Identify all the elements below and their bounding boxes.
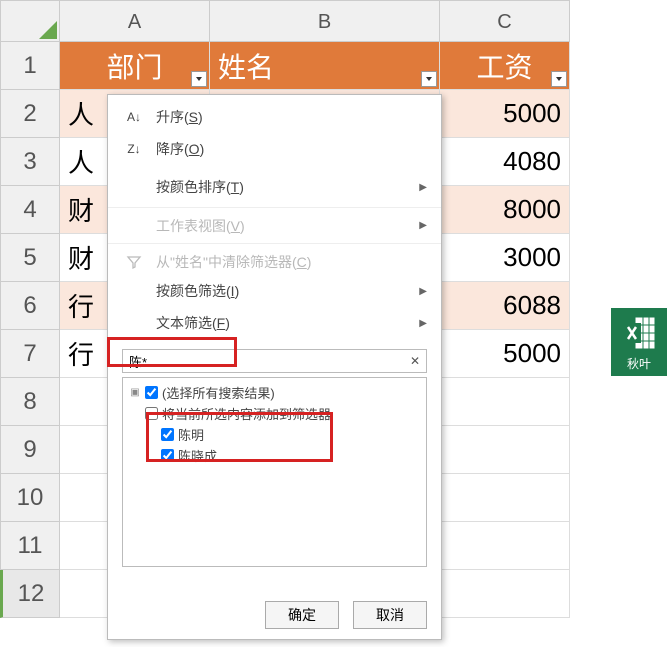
col-header-c[interactable]: C xyxy=(440,0,570,42)
cell[interactable] xyxy=(440,522,570,570)
filter-color-item[interactable]: 按颜色筛选(I) ▶ xyxy=(108,275,441,307)
row-header[interactable]: 10 xyxy=(0,474,60,522)
row-header[interactable]: 11 xyxy=(0,522,60,570)
chevron-right-icon: ▶ xyxy=(419,286,427,297)
cell[interactable]: 3000 xyxy=(440,234,570,282)
sort-desc-icon: Z↓ xyxy=(122,142,146,156)
cell[interactable]: 6088 xyxy=(440,282,570,330)
header-cell-dept[interactable]: 部门 xyxy=(60,42,210,90)
filter-icon[interactable] xyxy=(421,71,437,87)
cell[interactable]: 5000 xyxy=(440,90,570,138)
row-header[interactable]: 7 xyxy=(0,330,60,378)
add-to-filter[interactable]: 将当前所选内容添加到筛选器 xyxy=(129,403,420,424)
header-cell-salary[interactable]: 工资 xyxy=(440,42,570,90)
clear-filter-item: 从"姓名"中清除筛选器(C) xyxy=(108,243,441,275)
clear-filter-icon xyxy=(122,254,146,270)
cancel-button[interactable]: 取消 xyxy=(353,601,427,629)
watermark-logo: 秋叶 xyxy=(611,308,667,376)
col-header-a[interactable]: A xyxy=(60,0,210,42)
header-row: 部门 姓名 工资 xyxy=(60,42,570,90)
col-header-b[interactable]: B xyxy=(210,0,440,42)
sort-desc-item[interactable]: Z↓ 降序(O) xyxy=(108,133,441,165)
checkbox[interactable] xyxy=(145,407,158,420)
row-header[interactable]: 4 xyxy=(0,186,60,234)
select-all-results[interactable]: ▣ (选择所有搜索结果) xyxy=(129,382,420,403)
header-cell-name[interactable]: 姓名 xyxy=(210,42,440,90)
search-input[interactable] xyxy=(123,350,426,372)
filter-value-item[interactable]: 陈晓成 xyxy=(129,445,420,466)
sheet-view-item: 工作表视图(V) ▶ xyxy=(108,207,441,239)
sort-color-item[interactable]: 按颜色排序(T) ▶ xyxy=(108,171,441,203)
chevron-right-icon: ▶ xyxy=(419,220,427,231)
chevron-right-icon: ▶ xyxy=(419,182,427,193)
sort-asc-icon: A↓ xyxy=(122,110,146,124)
sort-asc-item[interactable]: A↓ 升序(S) xyxy=(108,101,441,133)
cell[interactable] xyxy=(440,378,570,426)
row-header[interactable]: 1 xyxy=(0,42,60,90)
row-header-selected[interactable]: 12 xyxy=(0,570,60,618)
excel-icon xyxy=(621,313,657,353)
column-headers: A B C xyxy=(60,0,570,42)
search-box: ✕ xyxy=(122,349,427,373)
row-header[interactable]: 9 xyxy=(0,426,60,474)
row-header[interactable]: 5 xyxy=(0,234,60,282)
select-all-cell[interactable] xyxy=(0,0,60,42)
chevron-right-icon: ▶ xyxy=(419,318,427,329)
checkbox[interactable] xyxy=(161,449,174,462)
cell[interactable] xyxy=(440,474,570,522)
row-header[interactable]: 6 xyxy=(0,282,60,330)
checkbox[interactable] xyxy=(145,386,158,399)
row-header[interactable]: 3 xyxy=(0,138,60,186)
cell[interactable]: 4080 xyxy=(440,138,570,186)
dialog-buttons: 确定 取消 xyxy=(265,601,427,629)
cell[interactable]: 8000 xyxy=(440,186,570,234)
cell[interactable] xyxy=(440,570,570,618)
cell[interactable] xyxy=(440,426,570,474)
text-filter-item[interactable]: 文本筛选(F) ▶ xyxy=(108,307,441,339)
row-headers: 1 2 3 4 5 6 7 8 9 10 11 12 xyxy=(0,42,60,618)
filter-tree: ▣ (选择所有搜索结果) 将当前所选内容添加到筛选器 陈明 陈晓成 xyxy=(122,377,427,567)
filter-icon[interactable] xyxy=(191,71,207,87)
row-header[interactable]: 2 xyxy=(0,90,60,138)
clear-search-icon[interactable]: ✕ xyxy=(406,352,424,370)
filter-value-item[interactable]: 陈明 xyxy=(129,424,420,445)
checkbox[interactable] xyxy=(161,428,174,441)
row-header[interactable]: 8 xyxy=(0,378,60,426)
collapse-icon: ▣ xyxy=(129,387,141,398)
cell[interactable]: 5000 xyxy=(440,330,570,378)
filter-dropdown: A↓ 升序(S) Z↓ 降序(O) 按颜色排序(T) ▶ 工作表视图(V) ▶ … xyxy=(107,94,442,640)
filter-icon[interactable] xyxy=(551,71,567,87)
filter-menu: A↓ 升序(S) Z↓ 降序(O) 按颜色排序(T) ▶ 工作表视图(V) ▶ … xyxy=(108,95,441,345)
ok-button[interactable]: 确定 xyxy=(265,601,339,629)
